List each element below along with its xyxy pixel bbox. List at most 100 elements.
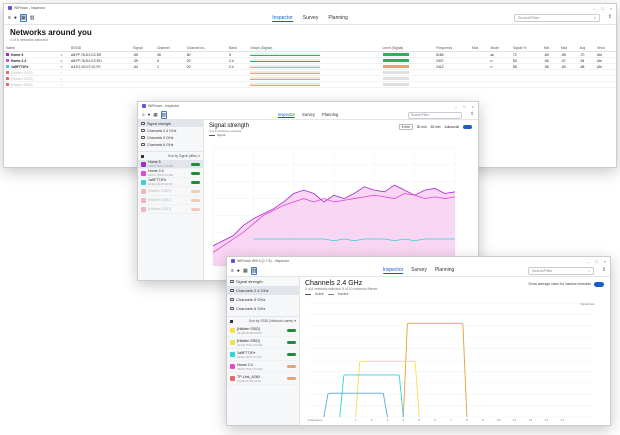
network-list-item[interactable]: Home 5 A8:FF:76:D1:CC:EE (138, 160, 203, 169)
network-color-swatch (6, 64, 9, 68)
network-list-item[interactable]: Home 2.4 A8:FF:76:D1:CC:ED (227, 361, 299, 373)
sidebar-item-label: Channels 5 GHz (236, 297, 266, 302)
signal-sparkline (250, 76, 321, 80)
select-all-checkbox[interactable] (230, 319, 233, 323)
grid-view-icon[interactable]: ▦ (19, 14, 27, 22)
sort-control[interactable]: Sort by SSID (Network name) ▾ (227, 316, 299, 325)
show-average-label: Show average value for inactive networks (528, 282, 591, 287)
time-range-controls: 5 min 30 min 60 min Autoscroll (398, 124, 472, 130)
maximize-icon[interactable]: □ (463, 104, 465, 109)
tab-inspector[interactable]: Inspector (277, 112, 295, 118)
export-icon[interactable]: ⇪ (602, 267, 606, 273)
legend-active: Active (315, 292, 324, 296)
record-icon[interactable]: ● (237, 268, 240, 274)
close-icon[interactable]: × (604, 259, 606, 264)
network-list-item[interactable]: [Hidden SSID] (138, 187, 203, 196)
sidebar-item-channels-2-4-ghz[interactable]: Channels 2.4 GHz (227, 286, 299, 295)
show-average-toggle[interactable] (594, 282, 604, 287)
grid-view-icon[interactable]: ▦ (243, 268, 248, 274)
sidebar-item-signal-strength[interactable]: Signal strength (227, 277, 299, 286)
network-list-item[interactable]: [Hidden SSID] A4:FF:76:D1:CC:EE (227, 337, 299, 349)
network-text: TP-Link_A264 C4:6E:1F:A5:A2:64 (237, 375, 261, 383)
network-name: Home 2.4 (11, 58, 27, 63)
network-color-swatch (6, 82, 9, 86)
signal-indicator (287, 341, 296, 344)
network-list-item[interactable]: TP-Link_A264 C4:6E:1F:A5:A2:64 (227, 373, 299, 385)
split-view-icon[interactable]: ▥ (30, 15, 35, 21)
autoscroll-toggle[interactable] (463, 125, 472, 129)
tab-planning[interactable]: Planning (322, 112, 338, 118)
network-text: 1a5F771Fe A4:E1:1D:07:1C:F0 (237, 351, 261, 359)
network-color-swatch (141, 206, 146, 212)
channel-tick-label: 6 (434, 418, 436, 422)
maximize-icon[interactable]: □ (595, 259, 597, 264)
sidebar: Signal strength Channels 2.4 GHz Channels … (138, 120, 204, 280)
tab-inspector[interactable]: Inspector (382, 267, 404, 274)
export-icon[interactable]: ⇪ (470, 111, 474, 117)
channel-tick-label: 1 (355, 418, 357, 422)
minimize-icon[interactable]: – (587, 259, 589, 264)
minimize-icon[interactable]: – (593, 6, 595, 11)
menu-icon[interactable]: ≡ (231, 268, 234, 274)
sidebar-item-label: Signal strength (147, 121, 171, 126)
export-icon[interactable]: ⇪ (608, 14, 612, 20)
split-view-icon[interactable]: ▥ (160, 110, 167, 119)
menu-icon[interactable]: ≡ (8, 15, 11, 21)
tab-inspector[interactable]: Inspector (272, 15, 293, 22)
channel-tick-label: 14 (561, 418, 565, 422)
record-icon[interactable]: ● (14, 15, 17, 21)
network-name: [Hidden SSID] (237, 338, 260, 343)
sidebar-item-channels-6-ghz[interactable]: Channels 6 GHz (138, 141, 203, 148)
network-list-item[interactable]: Home 2.4 A8:FF:76:D1:CC:ED (138, 169, 203, 178)
network-color-swatch (6, 70, 9, 74)
channel-curve-1a5f771fe (339, 374, 404, 418)
window-title: WiFiman - Inspector (148, 104, 180, 108)
tab-planning[interactable]: Planning (435, 267, 454, 274)
networks-table: Name BSSID Signal Channel Channel wi... Band G… (4, 45, 616, 88)
channel-icon (230, 298, 234, 301)
search-input[interactable]: Search/Filter ⌕ (528, 267, 594, 275)
network-list-item[interactable]: 1a5F771Fe A4:E1:1D:07:1C:F0 (138, 178, 203, 187)
time-5-button[interactable]: 5 min (398, 124, 413, 130)
grid-view-icon[interactable]: ▦ (153, 112, 157, 118)
search-input[interactable]: Search/Filter ⌕ (514, 14, 600, 22)
tab-survey[interactable]: Survey (303, 15, 319, 22)
network-list-item[interactable]: [Hidden SSID] (138, 205, 203, 214)
menu-icon[interactable]: ≡ (142, 112, 145, 117)
network-list-item[interactable]: 1a5F771Fe A4:E1:1D:07:1C:F0 (227, 349, 299, 361)
sidebar-item-channels-2-4-ghz[interactable]: Channels 2.4 GHz (138, 127, 203, 134)
sidebar-item-channels-6-ghz[interactable]: Channels 6 GHz (227, 304, 299, 313)
network-text: Home 2.4 A8:FF:76:D1:CC:ED (148, 169, 173, 177)
table-row[interactable]: [Hidden SSID] ≈ (4, 81, 616, 88)
cell-pct (510, 81, 542, 88)
network-name: [Hidden SSID] (237, 326, 260, 331)
signal-level-bar (380, 81, 435, 88)
signal-strength-chart (212, 147, 456, 267)
titlebar: WiFiman - Inspector – □ × (138, 102, 478, 110)
cell-min (541, 81, 559, 88)
window-signal-strength: WiFiman - Inspector – □ × ≡ ● ▦ ▥ Inspecto… (137, 101, 479, 281)
channels-chart: 1 2 3 4 5 6 7 8 9 10 11 12 13 14FrequencySignal level (308, 302, 595, 422)
select-all-checkbox[interactable] (141, 154, 144, 158)
maximize-icon[interactable]: □ (601, 6, 603, 11)
time-30-button[interactable]: 30 min (417, 125, 427, 129)
sort-control[interactable]: Sort by Signal (dBm) ▾ (138, 151, 203, 160)
wifi-icon: ≈ (58, 81, 69, 88)
search-input[interactable]: Search/Filter (408, 111, 462, 119)
minimize-icon[interactable]: – (455, 104, 457, 109)
sidebar-item-channels-5-ghz[interactable]: Channels 5 GHz (227, 295, 299, 304)
time-60-button[interactable]: 60 min (431, 125, 441, 129)
tab-survey[interactable]: Survey (302, 112, 315, 118)
network-list-item[interactable]: [Hidden SSID] (138, 196, 203, 205)
app-icon (142, 104, 146, 108)
record-icon[interactable]: ● (148, 112, 151, 117)
sidebar-item-signal-strength[interactable]: Signal strength (138, 120, 203, 127)
tab-survey[interactable]: Survey (411, 267, 427, 274)
network-list-item[interactable]: [Hidden SSID] A6:CB:2E:B5:A5:84 (227, 325, 299, 337)
close-icon[interactable]: × (472, 104, 474, 109)
tab-planning[interactable]: Planning (328, 15, 347, 22)
sidebar-item-channels-5-ghz[interactable]: Channels 5 GHz (138, 134, 203, 141)
close-icon[interactable]: × (610, 6, 612, 11)
split-view-icon[interactable]: ▥ (250, 266, 258, 275)
app-icon (8, 6, 12, 10)
